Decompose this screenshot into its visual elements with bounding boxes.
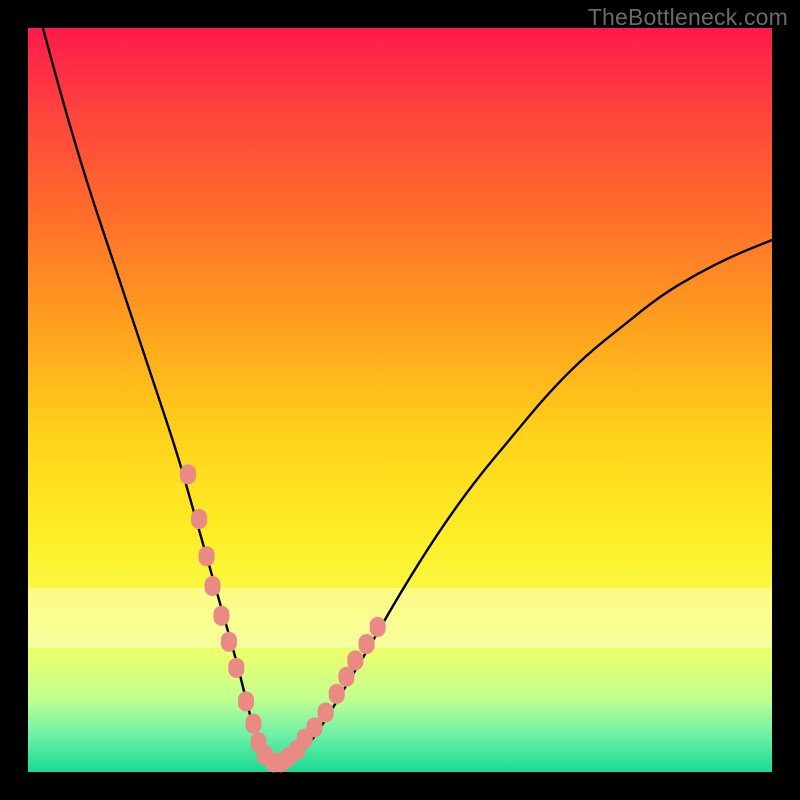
chart-svg <box>28 28 772 772</box>
bottleneck-curve <box>43 28 772 765</box>
marker-dot <box>359 634 375 654</box>
marker-dot <box>221 632 237 652</box>
marker-dot <box>180 464 196 484</box>
marker-dot <box>213 606 229 626</box>
marker-dot <box>338 667 354 687</box>
highlight-markers <box>180 464 386 772</box>
marker-dot <box>318 702 334 722</box>
marker-dot <box>199 546 215 566</box>
marker-dot <box>238 691 254 711</box>
plot-area <box>28 28 772 772</box>
marker-dot <box>191 509 207 529</box>
marker-dot <box>306 717 322 737</box>
chart-frame: TheBottleneck.com <box>0 0 800 800</box>
marker-dot <box>205 576 221 596</box>
marker-dot <box>245 714 261 734</box>
marker-dot <box>370 617 386 637</box>
watermark-text: TheBottleneck.com <box>588 4 788 31</box>
marker-dot <box>329 684 345 704</box>
marker-dot <box>228 658 244 678</box>
marker-dot <box>347 650 363 670</box>
